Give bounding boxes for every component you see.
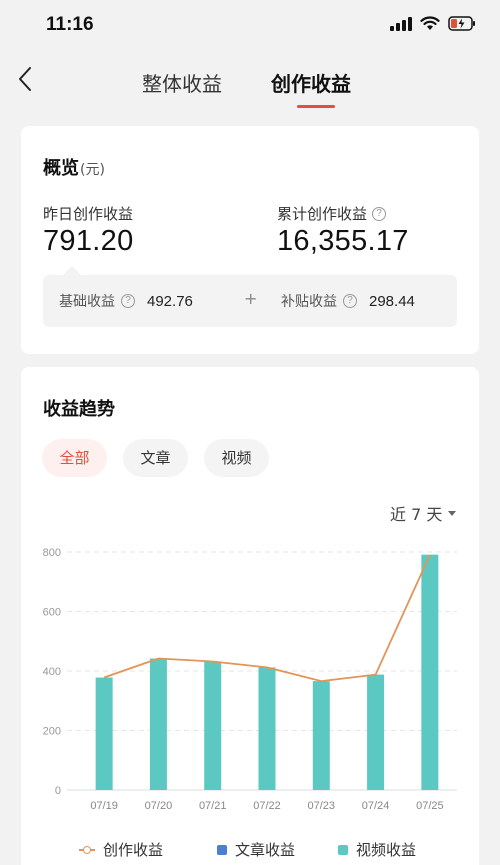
overview-title: 概览(元) (43, 154, 105, 180)
top-nav: 整体收益 创作收益 (0, 52, 500, 112)
overview-card: 概览(元) 昨日创作收益 791.20 累计创作收益 ? 16,355.17 基… (21, 126, 479, 354)
back-button[interactable] (14, 64, 40, 94)
video-earnings-bar[interactable] (204, 661, 222, 790)
square-marker-icon (217, 844, 227, 855)
video-earnings-bar[interactable] (258, 667, 276, 790)
yesterday-earnings-label-text: 昨日创作收益 (43, 205, 134, 223)
help-icon[interactable]: ? (121, 294, 135, 308)
help-icon[interactable]: ? (343, 294, 357, 308)
square-marker-icon (338, 844, 348, 855)
legend-creation-earnings[interactable]: 创作收益 (79, 839, 163, 860)
yesterday-earnings-label: 昨日创作收益 (43, 203, 133, 224)
legend-label: 文章收益 (235, 841, 296, 859)
x-tick-label: 07/23 (308, 800, 336, 812)
active-tab-indicator (297, 105, 335, 108)
status-bar: 11:16 (0, 0, 500, 52)
y-tick-label: 0 (55, 785, 61, 797)
y-tick-label: 800 (43, 547, 61, 559)
tab-overall-earnings[interactable]: 整体收益 (142, 68, 222, 97)
x-tick-label: 07/24 (362, 800, 390, 812)
video-earnings-bar[interactable] (149, 658, 167, 790)
trend-card: 收益趋势 全部 文章 视频 近 7 天 0 200 400 600 800 07/19 07… (21, 367, 479, 865)
y-tick-label: 400 (43, 666, 61, 678)
line-marker-icon (79, 845, 95, 854)
legend-label: 视频收益 (356, 841, 417, 859)
y-tick-label: 600 (43, 607, 61, 619)
total-earnings-value: 16,355.17 (277, 225, 409, 257)
plus-sign: + (244, 289, 258, 308)
earnings-chart: 0 200 400 600 800 07/19 07/20 07/21 07/22 07/23 07… (43, 547, 457, 812)
x-tick-label: 07/22 (253, 800, 281, 812)
video-earnings-bar[interactable] (312, 681, 330, 790)
battery-charging-icon (448, 16, 475, 31)
wifi-icon (420, 16, 440, 30)
subsidy-earnings-value: 298.44 (369, 292, 415, 310)
base-earnings-value: 492.76 (147, 292, 193, 310)
x-tick-label: 07/21 (199, 800, 227, 812)
status-icons (390, 16, 476, 31)
x-tick-label: 07/25 (416, 800, 444, 812)
tab-creation-earnings[interactable]: 创作收益 (271, 68, 351, 97)
chevron-left-icon (19, 67, 31, 91)
total-earnings-label-text: 累计创作收益 (277, 205, 368, 223)
y-tick-label: 200 (43, 726, 61, 738)
video-earnings-bar[interactable] (95, 677, 113, 790)
subsidy-earnings: 补贴收益 ? 298.44 (281, 291, 415, 311)
base-earnings-label: 基础收益 (59, 294, 115, 310)
legend-label: 创作收益 (103, 841, 164, 859)
base-earnings: 基础收益 ? 492.76 (59, 291, 193, 311)
yesterday-earnings-value: 791.20 (43, 225, 134, 257)
video-earnings-bar[interactable] (421, 554, 439, 790)
signal-icon (390, 16, 412, 31)
overview-unit: (元) (80, 162, 105, 178)
help-icon[interactable]: ? (372, 206, 387, 221)
status-time: 11:16 (46, 14, 94, 35)
legend-video-earnings[interactable]: 视频收益 (338, 839, 416, 860)
overview-title-text: 概览 (43, 158, 79, 179)
x-tick-label: 07/20 (145, 800, 173, 812)
legend-article-earnings[interactable]: 文章收益 (217, 839, 295, 860)
earnings-breakdown: 基础收益 ? 492.76 + 补贴收益 ? 298.44 (43, 266, 457, 327)
subsidy-earnings-label: 补贴收益 (281, 294, 337, 310)
video-earnings-bar[interactable] (367, 674, 385, 790)
total-earnings-label: 累计创作收益 ? (277, 203, 387, 224)
x-tick-label: 07/19 (90, 800, 118, 812)
